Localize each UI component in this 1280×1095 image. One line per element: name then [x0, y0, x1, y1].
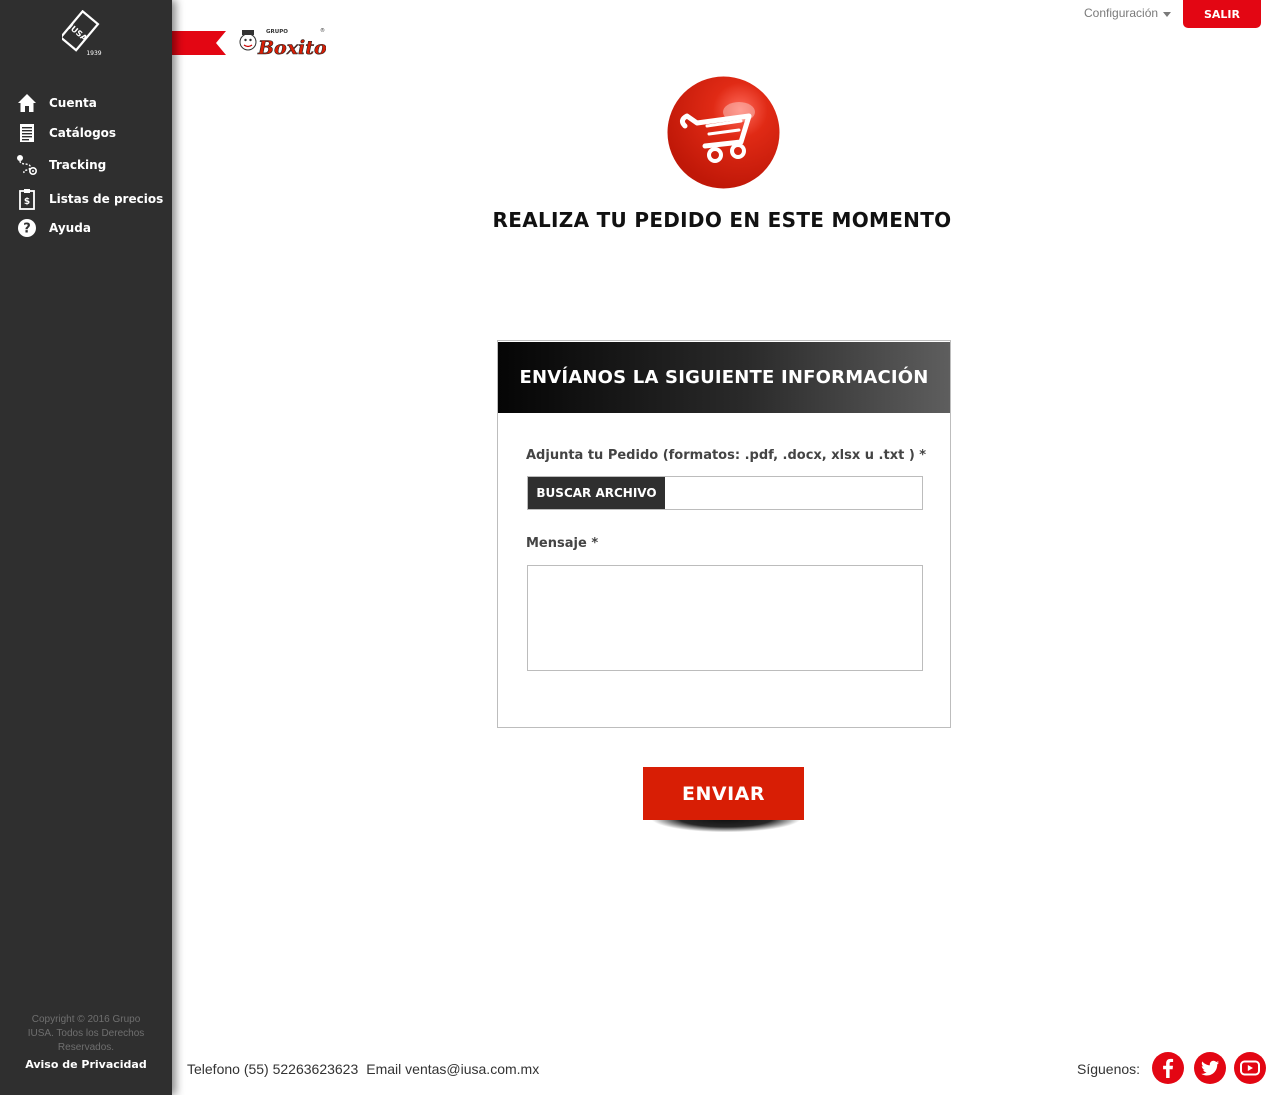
form-header-title: ENVÍANOS LA SIGUIENTE INFORMACIÓN [519, 367, 929, 388]
sidebar-item-catalogos[interactable]: Catálogos [16, 120, 116, 146]
route-icon [16, 154, 38, 176]
order-form: ENVÍANOS LA SIGUIENTE INFORMACIÓN Adjunt… [497, 340, 951, 728]
email-text[interactable]: Email ventas@iusa.com.mx [366, 1061, 539, 1077]
attach-label: Adjunta tu Pedido (formatos: .pdf, .docx… [526, 448, 927, 463]
brand-name: Boxito [257, 37, 326, 59]
config-dropdown[interactable]: Configuración [1084, 6, 1172, 20]
caret-down-icon [1163, 11, 1172, 17]
logo-year: 1939 [86, 50, 101, 57]
sidebar: IUSA 1939 Cuenta Catálogos Tracking $ Li… [0, 0, 172, 1095]
logout-button[interactable]: SALIR [1183, 0, 1261, 28]
sidebar-item-listas-de-precios[interactable]: $ Listas de precios [16, 186, 163, 212]
twitter-icon[interactable] [1194, 1052, 1226, 1084]
brand-prefix: GRUPO [266, 29, 288, 35]
sidebar-item-tracking[interactable]: Tracking [16, 152, 106, 178]
sidebar-item-label: Cuenta [49, 96, 97, 110]
copyright-text: Copyright © 2016 Grupo IUSA. Todos los D… [27, 1014, 145, 1053]
contact-info: Telefono (55) 52263623623 Email ventas@iu… [187, 1061, 539, 1077]
svg-text:®: ® [320, 27, 325, 34]
sidebar-item-label: Ayuda [49, 221, 91, 235]
svg-text:$: $ [24, 197, 30, 207]
sidebar-item-label: Tracking [49, 158, 107, 172]
page-title: REALIZA TU PEDIDO EN ESTE MOMENTO [492, 208, 952, 232]
red-ribbon-decoration [172, 31, 226, 55]
sidebar-footer: Copyright © 2016 Grupo IUSA. Todos los D… [0, 1013, 172, 1071]
submit-button[interactable]: ENVIAR [643, 767, 804, 820]
facebook-icon[interactable] [1152, 1052, 1184, 1084]
boxito-logo[interactable]: GRUPO Boxito ® [238, 22, 326, 60]
iusa-logo[interactable]: IUSA 1939 [62, 10, 104, 58]
phone-text: Telefono (55) 52263623623 [187, 1061, 359, 1077]
price-list-icon: $ [16, 188, 38, 210]
follow-label: Síguenos: [1077, 1061, 1141, 1077]
message-label: Mensaje * [526, 536, 599, 551]
logo-text: IUSA [67, 22, 90, 43]
form-header: ENVÍANOS LA SIGUIENTE INFORMACIÓN [498, 342, 950, 413]
sidebar-item-label: Listas de precios [49, 192, 164, 206]
message-textarea[interactable] [527, 565, 923, 671]
sidebar-item-cuenta[interactable]: Cuenta [16, 90, 97, 116]
home-icon [16, 92, 38, 114]
document-icon [16, 122, 38, 144]
help-icon: ? [16, 217, 38, 239]
shopping-cart-icon [667, 76, 780, 189]
file-name-input[interactable] [665, 477, 922, 509]
privacy-link[interactable]: Aviso de Privacidad [0, 1058, 172, 1071]
browse-file-button[interactable]: BUSCAR ARCHIVO [528, 477, 665, 509]
svg-text:?: ? [23, 222, 31, 237]
file-upload: BUSCAR ARCHIVO [527, 476, 923, 510]
sidebar-item-ayuda[interactable]: ? Ayuda [16, 215, 91, 241]
config-label: Configuración [1084, 6, 1159, 20]
sidebar-item-label: Catálogos [49, 126, 117, 140]
youtube-icon[interactable] [1234, 1052, 1266, 1084]
